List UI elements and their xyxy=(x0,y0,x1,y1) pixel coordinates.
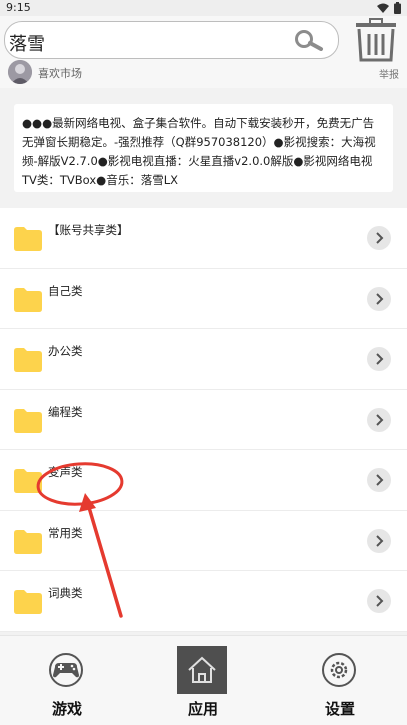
description-text: ●●●最新网络电视、盒子集合软件。自动下载安装秒开，免费无广告无弹窗长期稳定。-… xyxy=(22,116,376,187)
tab-settings-label: 设置 xyxy=(324,700,355,718)
status-bar: 9:15 xyxy=(0,0,407,16)
avatar-image xyxy=(8,60,32,84)
author-name[interactable]: 喜欢市场 xyxy=(38,65,82,81)
search-input-value: 落雪 xyxy=(9,34,45,55)
list-item-office[interactable]: 办公类 xyxy=(0,329,407,390)
gamepad-icon xyxy=(41,646,91,694)
author-row: 喜欢市场 举报 xyxy=(0,60,407,88)
chevron-right-icon[interactable] xyxy=(367,286,391,311)
folder-icon xyxy=(14,469,42,493)
status-icons xyxy=(377,2,401,14)
folder-icon xyxy=(14,529,42,554)
chevron-right-icon[interactable] xyxy=(367,347,391,371)
folder-icon xyxy=(14,590,42,614)
list-item-programming[interactable]: 编程类 xyxy=(0,389,407,450)
category-list: 【账号共享类】 自己类 办公类 编程类 变声类 常用类 词典类 xyxy=(0,208,407,632)
chevron-right-icon[interactable] xyxy=(367,226,391,250)
wifi-icon xyxy=(377,3,389,13)
chevron-right-icon[interactable] xyxy=(367,528,391,553)
list-item-self[interactable]: 自己类 xyxy=(0,268,407,329)
tab-settings[interactable]: 设置 xyxy=(290,636,390,725)
list-item-voice-changer[interactable]: 变声类 xyxy=(0,450,407,511)
folder-icon xyxy=(14,348,42,372)
bottom-nav: 游戏 应用 设置 xyxy=(0,635,407,725)
list-item-common[interactable]: 常用类 xyxy=(0,510,407,571)
folder-icon xyxy=(14,227,42,251)
chevron-right-icon[interactable] xyxy=(367,468,391,492)
report-link[interactable]: 举报 xyxy=(379,66,399,81)
gear-icon xyxy=(314,646,364,694)
list-item-label: 常用类 xyxy=(48,525,83,540)
list-item-label: 办公类 xyxy=(48,344,83,358)
list-item-account-share[interactable]: 【账号共享类】 xyxy=(0,208,407,269)
trash-icon[interactable] xyxy=(352,18,400,62)
avatar[interactable] xyxy=(8,60,32,84)
list-item-label: 词典类 xyxy=(48,586,83,600)
list-item-label: 变声类 xyxy=(48,465,83,479)
battery-icon xyxy=(394,2,401,14)
chevron-right-icon[interactable] xyxy=(367,407,391,432)
home-icon xyxy=(177,646,227,694)
list-item-dictionary[interactable]: 词典类 xyxy=(0,571,407,632)
status-time: 9:15 xyxy=(6,1,31,14)
search-input[interactable]: 落雪 xyxy=(4,21,339,59)
folder-icon xyxy=(14,408,42,433)
chevron-right-icon[interactable] xyxy=(367,589,391,613)
tab-apps-label: 应用 xyxy=(187,700,218,718)
search-icon[interactable] xyxy=(290,29,326,51)
list-item-label: 自己类 xyxy=(48,283,83,298)
tab-games-label: 游戏 xyxy=(51,700,82,718)
folder-icon xyxy=(14,287,42,312)
list-item-label: 【账号共享类】 xyxy=(48,223,129,237)
description-card: ●●●最新网络电视、盒子集合软件。自动下载安装秒开，免费无广告无弹窗长期稳定。-… xyxy=(14,104,393,192)
header: 落雪 喜欢市场 举报 xyxy=(0,16,407,88)
tab-apps[interactable]: 应用 xyxy=(153,636,253,725)
list-item-label: 编程类 xyxy=(48,404,83,419)
tab-games[interactable]: 游戏 xyxy=(17,636,117,725)
